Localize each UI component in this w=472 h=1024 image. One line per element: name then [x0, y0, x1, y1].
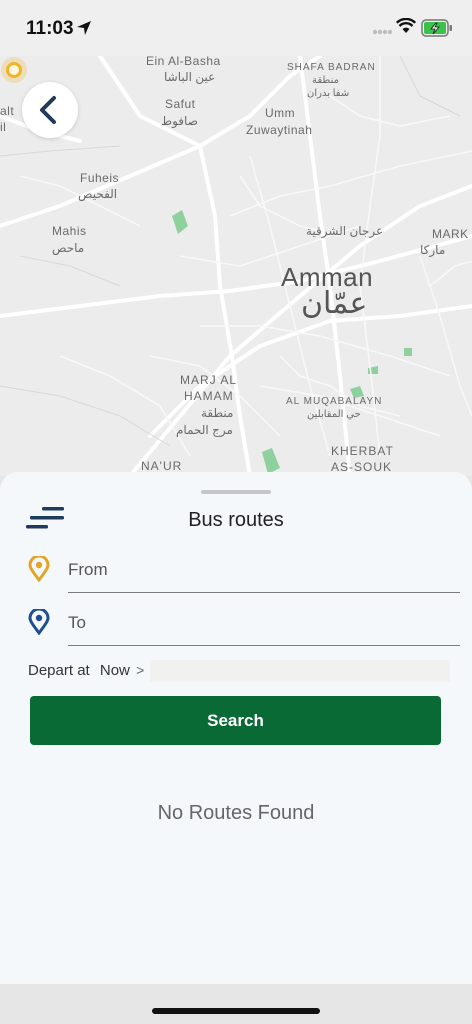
bus-routes-sheet: Bus routes From To Depart at Now > Searc…	[0, 472, 472, 984]
map-label-umm: Umm	[265, 106, 296, 120]
map-label-amman-ar: عمّان	[301, 287, 368, 320]
map-label-hamam: HAMAM	[184, 389, 234, 403]
home-indicator[interactable]	[152, 1008, 320, 1014]
map-label-marj-al: MARJ AL	[180, 373, 238, 387]
signal-icon	[372, 29, 393, 35]
map-label-fuheis: Fuheis	[80, 171, 120, 185]
map-label-fuheis-ar: الفحيص	[78, 187, 118, 201]
from-label: From	[68, 560, 108, 579]
map-label-mahis-ar: ماحص	[52, 241, 85, 255]
from-map-pin-icon	[28, 556, 50, 582]
map-label-kherbat: KHERBAT	[331, 444, 394, 458]
map-label-marj-ar2: مرج الحمام	[176, 423, 233, 437]
map-label-marj-ar1: منطقة	[201, 406, 234, 420]
map-label-ein-al-basha: Ein Al-Basha	[146, 56, 221, 68]
to-field[interactable]: To	[26, 605, 460, 649]
status-bar: 11:03	[0, 0, 472, 56]
status-time: 11:03	[26, 18, 74, 39]
chevron-right-icon: >	[136, 662, 145, 678]
current-location-icon	[1, 57, 27, 83]
from-underline	[68, 592, 460, 593]
location-arrow-icon	[77, 21, 91, 35]
to-underline	[68, 645, 460, 646]
empty-state-message: No Routes Found	[157, 802, 315, 824]
back-button[interactable]	[22, 82, 78, 138]
depart-at-label: Depart at	[28, 662, 90, 679]
depart-time-value[interactable]: Now	[100, 662, 130, 679]
depart-at-row[interactable]: Depart at Now >	[28, 662, 144, 682]
map-label-salt-2: il	[0, 120, 7, 134]
home-indicator-area	[0, 984, 472, 1024]
sheet-grabber[interactable]	[201, 490, 271, 494]
to-map-pin-icon	[28, 609, 50, 635]
chevron-left-icon	[40, 96, 56, 124]
map-label-arjan: عرجان الشرقية	[306, 224, 384, 238]
battery-icon	[421, 19, 452, 37]
map-label-mahis: Mahis	[52, 224, 87, 238]
map-label-safut: Safut	[165, 97, 196, 111]
sheet-title: Bus routes	[188, 509, 284, 531]
map-label-al-muqabalayn-ar: حي المقابلين	[307, 409, 361, 420]
from-field[interactable]: From	[26, 552, 460, 596]
search-button[interactable]: Search	[30, 696, 441, 745]
map-label-shafa-badran-ar2: شفا بدران	[307, 88, 350, 99]
map-label-marka: MARK	[432, 227, 469, 241]
wifi-icon	[396, 18, 416, 33]
depart-background	[150, 660, 450, 682]
to-label: To	[68, 613, 86, 632]
map-label-zuwaytinah: Zuwaytinah	[246, 123, 313, 137]
map-label-safut-ar: صافوط	[161, 114, 198, 128]
map-label-marka-ar: ماركا	[420, 243, 446, 257]
map-label-ein-al-basha-ar: عين الباشا	[164, 70, 216, 84]
map-label-salt: alt	[0, 104, 15, 118]
